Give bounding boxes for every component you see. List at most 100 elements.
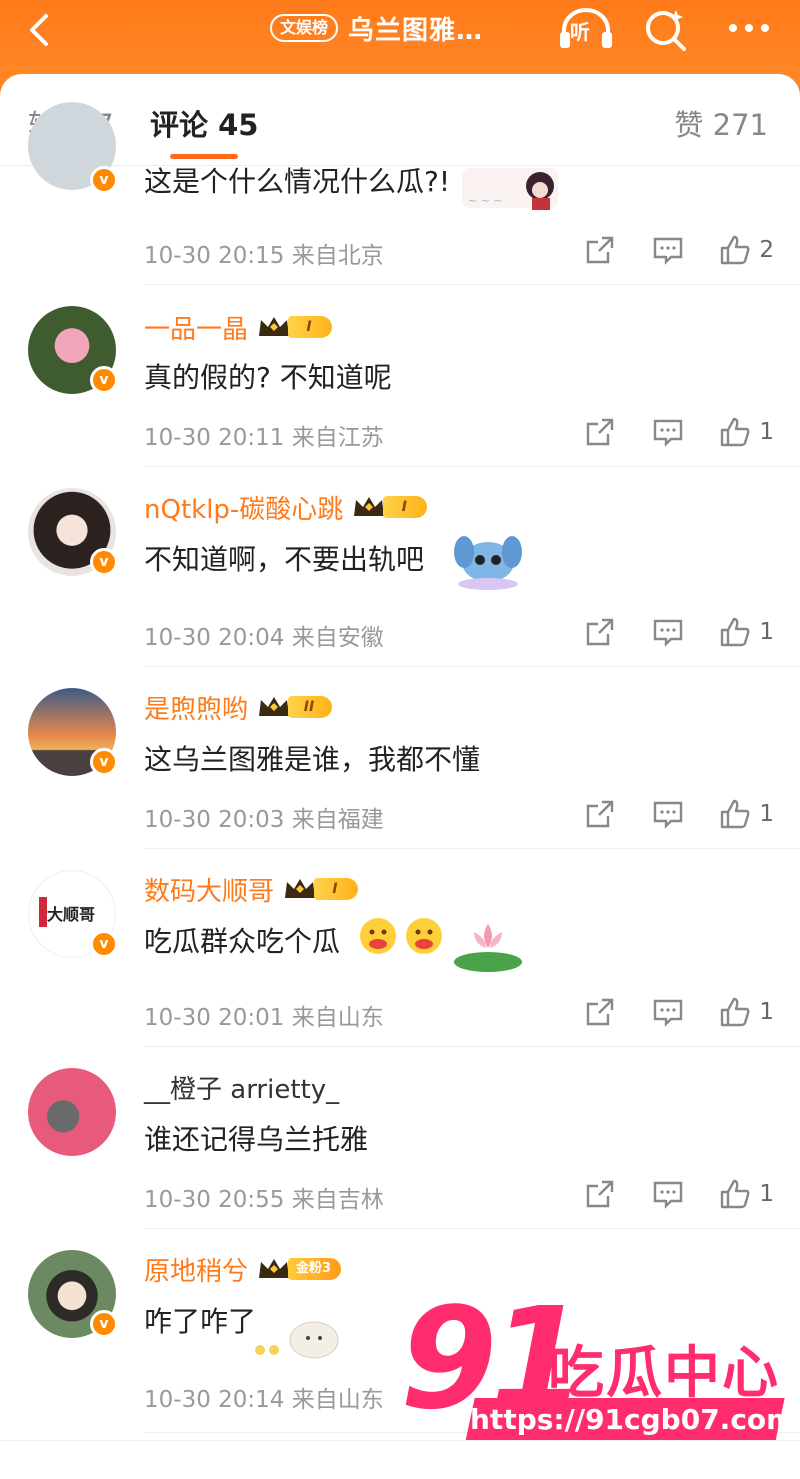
thumbs-up-icon	[721, 617, 750, 647]
search-icon	[646, 10, 686, 51]
comment-item: v nQtklp-碳酸心跳 I 不知道啊，不要出轨吧 10-30 20:04 来…	[0, 482, 800, 668]
comment-meta: 10-30 20:04 来自安徽	[144, 618, 384, 652]
comment-location: 来自江苏	[291, 425, 384, 451]
share-button[interactable]	[566, 1174, 634, 1214]
lotus-sticker-icon	[454, 924, 522, 972]
comment-location: 来自安徽	[291, 625, 384, 651]
reply-button[interactable]	[634, 230, 702, 270]
comment-item: v 一品一晶 I 真的假的? 不知道呢 10-30 20:11 来自江苏 1	[0, 300, 800, 468]
comment-meta: 10-30 20:03 来自福建	[144, 800, 384, 834]
username-row: 一品一晶 I	[144, 308, 333, 346]
comment-time: 10-30 20:04	[144, 625, 285, 651]
share-button[interactable]	[566, 412, 634, 452]
reply-button[interactable]	[634, 612, 702, 652]
watermark-url-text: https://91cgb07.com	[470, 1403, 796, 1436]
thumbs-up-icon	[721, 997, 750, 1027]
comment-location: 来自北京	[291, 243, 384, 269]
listen-button[interactable]: 听	[556, 4, 616, 52]
tab-like[interactable]: 赞 271	[674, 102, 768, 144]
username[interactable]: 一品一晶	[144, 309, 248, 346]
tab-comment[interactable]: 评论 45	[150, 102, 258, 144]
reply-button[interactable]	[634, 412, 702, 452]
active-tab-indicator	[170, 154, 238, 159]
svg-text:~ ~ ~: ~ ~ ~	[468, 194, 503, 207]
share-button[interactable]	[566, 992, 634, 1032]
verified-badge-icon: v	[90, 366, 118, 394]
like-count: 1	[759, 619, 774, 645]
reply-button[interactable]	[634, 1174, 702, 1214]
avatar[interactable]	[28, 1068, 116, 1156]
back-button[interactable]	[18, 8, 62, 52]
username[interactable]: __橙子 arrietty_	[144, 1069, 339, 1106]
comment-divider	[144, 1046, 800, 1047]
member-level: I	[351, 494, 428, 520]
thumbs-up-icon	[721, 799, 750, 829]
member-level: I	[256, 314, 333, 340]
comment-text: 不知道啊，不要出轨吧	[144, 543, 425, 576]
comment-meta: 10-30 20:11 来自江苏	[144, 418, 384, 452]
level-badge: I	[383, 496, 428, 518]
comment-icon	[653, 801, 683, 829]
username[interactable]: 数码大顺哥	[144, 871, 274, 908]
crown-icon	[354, 497, 385, 516]
search-button[interactable]	[642, 6, 690, 54]
username-row: nQtklp-碳酸心跳 I	[144, 488, 428, 526]
username[interactable]: 是煦煦哟	[144, 689, 248, 726]
comment-time: 10-30 20:15	[144, 243, 285, 269]
comment-item: v 这是个什么情况什么瓜?! ~ ~ ~ 10-30 20:15 来自北京 2	[0, 102, 800, 286]
username[interactable]: nQtklp-碳酸心跳	[144, 489, 343, 526]
like-button[interactable]: 1	[702, 798, 774, 830]
share-button[interactable]	[566, 612, 634, 652]
share-button[interactable]	[566, 230, 634, 270]
watermark-label: 吃瓜中心	[548, 1341, 780, 1406]
comment-text: 这乌兰图雅是谁，我都不懂	[144, 743, 481, 776]
comment-meta: 10-30 20:14 来自山东	[144, 1380, 384, 1414]
comment-tabs: 转发 7 评论 45 赞 271	[0, 74, 800, 166]
like-button[interactable]: 1	[702, 996, 774, 1028]
more-dots-icon	[729, 24, 769, 32]
share-icon	[586, 1180, 614, 1208]
level-badge: II	[288, 696, 333, 718]
comment-actions: 1	[566, 794, 774, 834]
reply-button[interactable]	[634, 992, 702, 1032]
like-button[interactable]: 1	[702, 416, 774, 448]
comment-icon	[653, 419, 683, 447]
comment-time: 10-30 20:55	[144, 1187, 285, 1213]
ranking-tag[interactable]: 文娱榜	[270, 14, 339, 42]
crown-icon	[259, 1259, 290, 1278]
like-button[interactable]: 1	[702, 616, 774, 648]
username-row: 是煦煦哟 II	[144, 688, 333, 726]
share-icon	[586, 618, 614, 646]
crown-icon	[259, 317, 290, 336]
like-button[interactable]: 2	[702, 234, 774, 266]
comment-time: 10-30 20:11	[144, 425, 285, 451]
crown-icon	[285, 879, 316, 898]
like-button[interactable]: 1	[702, 1178, 774, 1210]
listen-label: 听	[570, 20, 590, 44]
comment-location: 来自吉林	[291, 1187, 384, 1213]
comment-meta: 10-30 20:55 来自吉林	[144, 1180, 384, 1214]
comment-actions: 1	[566, 992, 774, 1032]
like-count: 1	[759, 999, 774, 1025]
comment-divider	[144, 1228, 800, 1229]
more-button[interactable]	[724, 10, 774, 46]
like-count: 1	[759, 1181, 774, 1207]
page-title: 乌兰图雅…	[348, 15, 484, 46]
comment-time: 10-30 20:01	[144, 1005, 285, 1031]
comment-divider	[144, 466, 800, 467]
reply-button[interactable]	[634, 794, 702, 834]
share-button[interactable]	[566, 794, 634, 834]
avatar-brand-text: 大顺哥	[47, 905, 96, 924]
comment-icon	[653, 619, 683, 647]
comment-actions: 1	[566, 1174, 774, 1214]
level-badge: I	[314, 878, 359, 900]
sheep-sticker-icon	[255, 1321, 339, 1359]
username[interactable]: 原地稍兮	[144, 1251, 248, 1288]
comment-meta: 10-30 20:15 来自北京	[144, 236, 384, 270]
verified-badge-icon: v	[90, 748, 118, 776]
comment-icon	[653, 237, 683, 265]
comment-item: v 是煦煦哟 II 这乌兰图雅是谁，我都不懂 10-30 20:03 来自福建 …	[0, 682, 800, 850]
like-count: 2	[759, 237, 774, 263]
like-count: 1	[759, 419, 774, 445]
comment-location: 来自山东	[291, 1005, 384, 1031]
